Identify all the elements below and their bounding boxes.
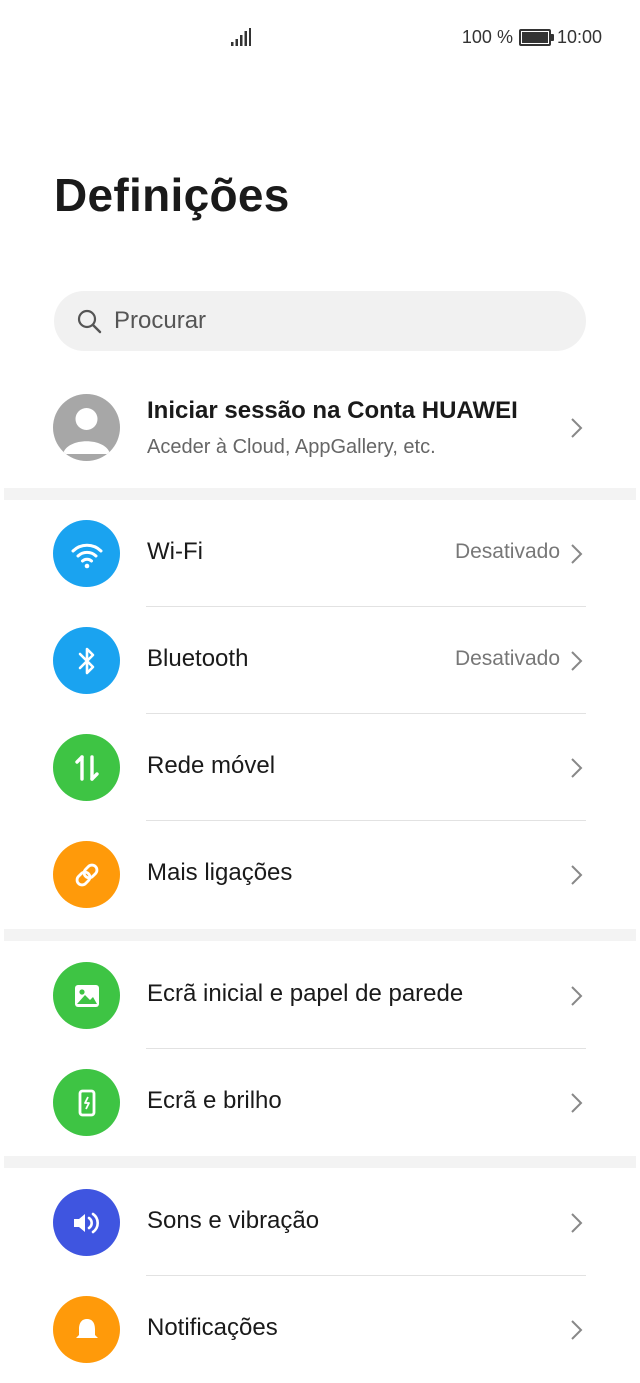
search-input[interactable]: Procurar xyxy=(54,291,586,351)
account-subtitle: Aceder à Cloud, AppGallery, etc. xyxy=(147,436,436,458)
user-icon xyxy=(63,408,110,454)
battery-percent: 100 % xyxy=(461,27,513,47)
wifi-status: Desativado xyxy=(454,540,560,563)
chevron-right-icon xyxy=(571,1320,583,1340)
settings-item-bluetooth[interactable]: Bluetooth Desativado xyxy=(0,607,640,714)
bell-icon xyxy=(53,1296,120,1363)
settings-item-notifications[interactable]: Notificações xyxy=(0,1276,640,1383)
settings-item-label: Notificações xyxy=(147,1314,278,1341)
status-right: 100 % 10:00 xyxy=(462,27,602,48)
settings-item-wifi[interactable]: Wi-Fi Desativado xyxy=(0,500,640,607)
wallpaper-icon xyxy=(53,962,120,1029)
bluetooth-icon xyxy=(53,627,120,694)
account-title: Iniciar sessão na Conta HUAWEI xyxy=(147,397,518,424)
settings-item-display[interactable]: Ecrã e brilho xyxy=(0,1049,640,1156)
settings-item-home-wallpaper[interactable]: Ecrã inicial e papel de parede xyxy=(0,942,640,1049)
settings-item-sounds[interactable]: Sons e vibração xyxy=(0,1169,640,1276)
settings-item-label: Mais ligações xyxy=(147,859,293,886)
speaker-icon xyxy=(53,1189,120,1256)
settings-item-label: Ecrã e brilho xyxy=(147,1087,282,1114)
clock: 10:00 xyxy=(556,27,602,47)
chevron-right-icon xyxy=(571,986,583,1006)
section-divider xyxy=(4,1156,636,1168)
section-divider xyxy=(4,488,636,500)
settings-item-label: Ecrã inicial e papel de parede xyxy=(147,980,464,1007)
chevron-right-icon xyxy=(571,544,583,564)
chevron-right-icon xyxy=(571,418,583,438)
settings-item-label: Sons e vibração xyxy=(147,1207,320,1234)
bluetooth-status: Desativado xyxy=(454,647,560,670)
wifi-icon xyxy=(53,520,120,587)
page-title: Definições xyxy=(54,169,290,221)
settings-item-label: Rede móvel xyxy=(147,752,276,779)
search-placeholder: Procurar xyxy=(114,307,207,334)
settings-item-mobile-network[interactable]: Rede móvel xyxy=(0,714,640,821)
battery-icon xyxy=(518,29,554,46)
chevron-right-icon xyxy=(571,865,583,885)
settings-item-label: Wi-Fi xyxy=(147,538,203,565)
mobile-data-icon xyxy=(53,734,120,801)
chevron-right-icon xyxy=(571,758,583,778)
display-icon xyxy=(53,1069,120,1136)
settings-item-more-connections[interactable]: Mais ligações xyxy=(0,821,640,928)
search-icon xyxy=(77,309,102,334)
chevron-right-icon xyxy=(571,1213,583,1233)
settings-item-label: Bluetooth xyxy=(147,645,249,672)
link-icon xyxy=(53,841,120,908)
avatar xyxy=(53,394,120,461)
chevron-right-icon xyxy=(571,1093,583,1113)
chevron-right-icon xyxy=(571,651,583,671)
signal-icon xyxy=(231,28,251,46)
status-bar: 100 % 10:00 xyxy=(0,0,640,76)
huawei-account-item[interactable]: Iniciar sessão na Conta HUAWEI Aceder à … xyxy=(0,380,640,482)
section-divider xyxy=(4,929,636,941)
